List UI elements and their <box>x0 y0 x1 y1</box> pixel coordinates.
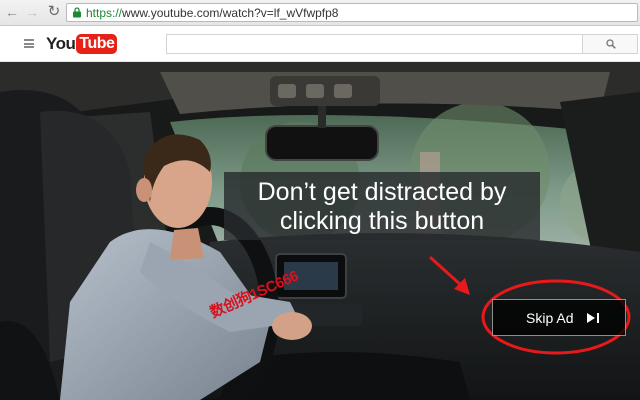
hamburger-menu-icon[interactable] <box>24 39 34 48</box>
logo-you: You <box>46 34 76 53</box>
url-path: www.youtube.com/watch?v=lf_wVfwpfp8 <box>122 6 339 20</box>
skip-ad-button[interactable]: Skip Ad <box>492 299 626 336</box>
forward-arrow-icon[interactable]: → <box>24 4 40 20</box>
address-bar[interactable]: https://www.youtube.com/watch?v=lf_wVfwp… <box>66 3 638 22</box>
url-text[interactable]: https://www.youtube.com/watch?v=lf_wVfwp… <box>86 5 338 21</box>
red-arrow-annotation <box>429 256 470 295</box>
search-input[interactable] <box>166 34 582 54</box>
logo-tube: Tube <box>76 34 118 54</box>
youtube-logo[interactable]: You Tube <box>46 33 118 55</box>
url-scheme: https:// <box>86 6 123 20</box>
youtube-header: You Tube <box>0 26 640 62</box>
search-icon <box>606 39 616 49</box>
skip-next-icon <box>587 313 599 323</box>
reload-icon[interactable]: ↻ <box>46 4 62 20</box>
video-player[interactable]: Don’t get distracted by clicking this bu… <box>0 62 640 400</box>
caption-text: Don’t get distracted by clicking this bu… <box>257 178 507 235</box>
caption-box: Don’t get distracted by clicking this bu… <box>224 172 540 240</box>
browser-toolbar: ← → ↻ https://www.youtube.com/watch?v=lf… <box>0 0 640 26</box>
search-button[interactable] <box>582 34 638 54</box>
lock-icon <box>73 7 81 18</box>
skip-ad-label: Skip Ad <box>526 310 574 326</box>
back-arrow-icon[interactable]: ← <box>4 4 20 20</box>
